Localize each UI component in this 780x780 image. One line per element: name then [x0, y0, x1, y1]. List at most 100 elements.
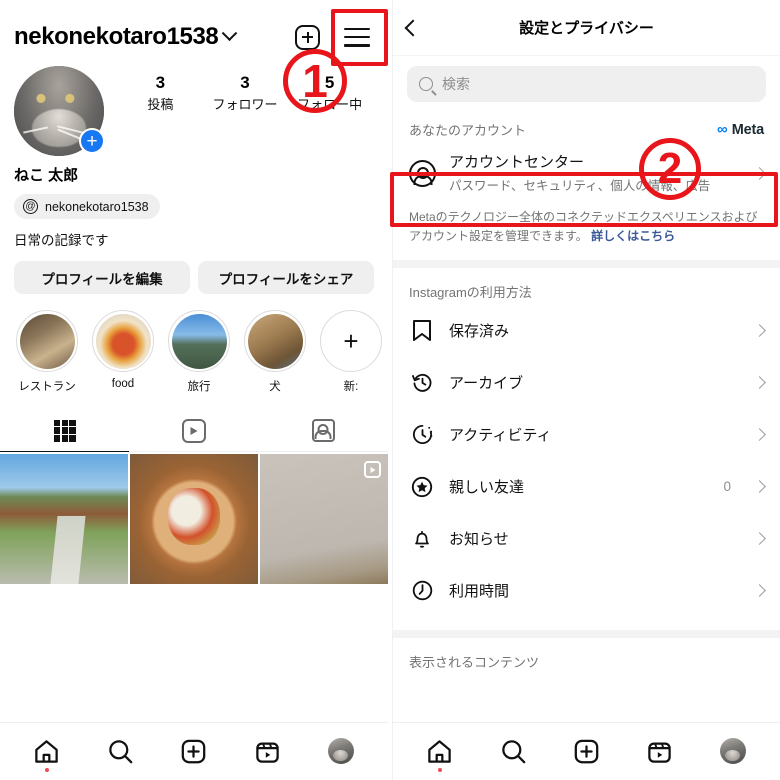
chevron-right-icon [753, 532, 766, 545]
tagged-person-icon [311, 419, 335, 442]
profile-stats: 3 投稿 3 フォロワー 5 フォロー中 [104, 62, 374, 113]
stat-value: 5 [324, 73, 335, 92]
highlight-label: food [111, 378, 135, 390]
chevron-right-icon [753, 584, 766, 597]
settings-row-label: お知らせ [449, 531, 509, 549]
tab-reels[interactable] [129, 410, 259, 452]
add-story-badge-icon[interactable]: + [79, 128, 105, 154]
reels-badge-icon [364, 461, 381, 478]
description-line-2: アカウント設定を管理できます。 [409, 229, 588, 244]
highlight-label: レストラン [18, 381, 76, 393]
reels-icon[interactable] [646, 738, 673, 765]
tab-tagged[interactable] [258, 410, 388, 452]
threads-icon [23, 199, 38, 214]
clock-icon [409, 579, 435, 602]
settings-row-label: アーカイブ [449, 375, 524, 393]
settings-row-label: 保存済み [449, 323, 510, 341]
activity-icon [409, 423, 435, 446]
usage-section-heading: Instagramの利用方法 [409, 284, 532, 300]
stat-posts[interactable]: 3 投稿 [127, 72, 193, 113]
settings-row-label: 親しい友達 [449, 479, 525, 497]
stat-value: 3 [155, 73, 166, 92]
stat-label: フォロワー [212, 97, 278, 113]
search-input[interactable]: 検索 [407, 66, 766, 102]
settings-row-saved[interactable]: 保存済み [393, 305, 780, 357]
reels-icon[interactable] [254, 738, 281, 765]
instagram-profile-panel: nekonekotaro1538 + 3 投稿 3 フォロワー 5 フォロー中 … [0, 0, 388, 780]
back-chevron-icon[interactable] [404, 19, 422, 36]
post-grid [0, 454, 388, 584]
meta-logo: ∞ Meta [717, 121, 764, 138]
profile-avatar-icon[interactable] [719, 738, 747, 765]
settings-search: 検索 [393, 56, 780, 106]
description-line-1: Metaのテクノロジー全体のコネクテッドエクスペリエンスおよび [409, 210, 758, 225]
story-highlights: レストラン food 旅行 犬 + 新: [0, 294, 388, 394]
bottom-navigation-right [393, 722, 780, 780]
search-icon [419, 77, 433, 91]
new-highlight-item[interactable]: + 新: [320, 310, 382, 394]
profile-top-bar: nekonekotaro1538 [0, 0, 388, 56]
highlight-item[interactable]: 犬 [244, 310, 306, 394]
profile-bio: 日常の記録です [14, 233, 109, 248]
bell-icon [409, 527, 435, 550]
highlight-item[interactable]: レストラン [16, 310, 78, 394]
settings-row-archive[interactable]: アーカイブ [393, 357, 780, 409]
search-icon[interactable] [500, 738, 527, 765]
stat-label: フォロー中 [297, 97, 363, 113]
highlight-item[interactable]: food [92, 310, 154, 394]
account-center-icon [409, 160, 436, 188]
highlight-label: 新: [343, 381, 359, 393]
settings-row-value: 0 [723, 479, 731, 495]
chevron-right-icon [753, 324, 766, 337]
share-profile-button[interactable]: プロフィールをシェア [198, 261, 374, 294]
plus-icon: + [343, 325, 359, 356]
settings-row-notifications[interactable]: お知らせ [393, 513, 780, 565]
create-icon[interactable] [180, 738, 207, 765]
section-divider [393, 629, 780, 638]
bottom-navigation-left [0, 722, 388, 780]
post-thumbnail[interactable] [260, 454, 388, 584]
grid-icon [53, 419, 76, 442]
profile-action-buttons: プロフィールを編集 プロフィールをシェア [0, 249, 388, 294]
settings-row-close-friends[interactable]: 親しい友達 0 [393, 461, 780, 513]
avatar[interactable]: + [14, 66, 105, 156]
profile-summary: + 3 投稿 3 フォロワー 5 フォロー中 [0, 56, 388, 156]
your-account-heading: あなたのアカウント [409, 123, 527, 138]
new-post-icon[interactable] [295, 24, 320, 50]
highlight-label: 旅行 [187, 381, 211, 393]
post-thumbnail[interactable] [130, 454, 258, 584]
edit-profile-button[interactable]: プロフィールを編集 [14, 261, 190, 294]
chevron-down-icon [222, 24, 238, 41]
threads-handle-chip[interactable]: nekonekotaro1538 [14, 194, 160, 219]
bookmark-icon [409, 319, 435, 342]
your-account-heading-row: あなたのアカウント ∞ Meta [393, 106, 780, 145]
profile-username: nekonekotaro1538 [14, 23, 219, 50]
highlight-item[interactable]: 旅行 [168, 310, 230, 394]
account-center-row[interactable]: アカウントセンター パスワード、セキュリティ、個人の情報、広告 [393, 145, 780, 204]
highlight-label: 犬 [269, 381, 281, 393]
post-thumbnail[interactable] [0, 454, 128, 584]
search-icon[interactable] [107, 738, 134, 765]
home-icon[interactable] [33, 738, 60, 772]
chevron-right-icon [753, 428, 766, 441]
search-placeholder: 検索 [442, 76, 470, 92]
home-notification-dot [44, 768, 49, 772]
hamburger-menu-icon[interactable] [344, 27, 370, 47]
learn-more-link[interactable]: 詳しくはこちら [591, 229, 675, 243]
settings-row-activity[interactable]: アクティビティ [393, 409, 780, 461]
create-icon[interactable] [573, 738, 600, 765]
reels-icon [181, 418, 206, 443]
stat-following[interactable]: 5 フォロー中 [297, 72, 363, 113]
stat-followers[interactable]: 3 フォロワー [212, 72, 278, 113]
top-bar-actions [295, 24, 370, 50]
settings-row-label: 利用時間 [449, 583, 510, 601]
home-icon[interactable] [426, 738, 453, 772]
archive-clock-icon [409, 371, 435, 394]
chevron-right-icon [753, 480, 766, 493]
settings-row-time-spent[interactable]: 利用時間 [393, 565, 780, 617]
profile-avatar-icon[interactable] [327, 738, 355, 765]
meta-infinity-icon: ∞ [717, 121, 728, 138]
account-center-text: アカウントセンター パスワード、セキュリティ、個人の情報、広告 [449, 153, 742, 194]
tab-grid[interactable] [0, 410, 130, 452]
username-switcher[interactable]: nekonekotaro1538 [14, 23, 238, 51]
